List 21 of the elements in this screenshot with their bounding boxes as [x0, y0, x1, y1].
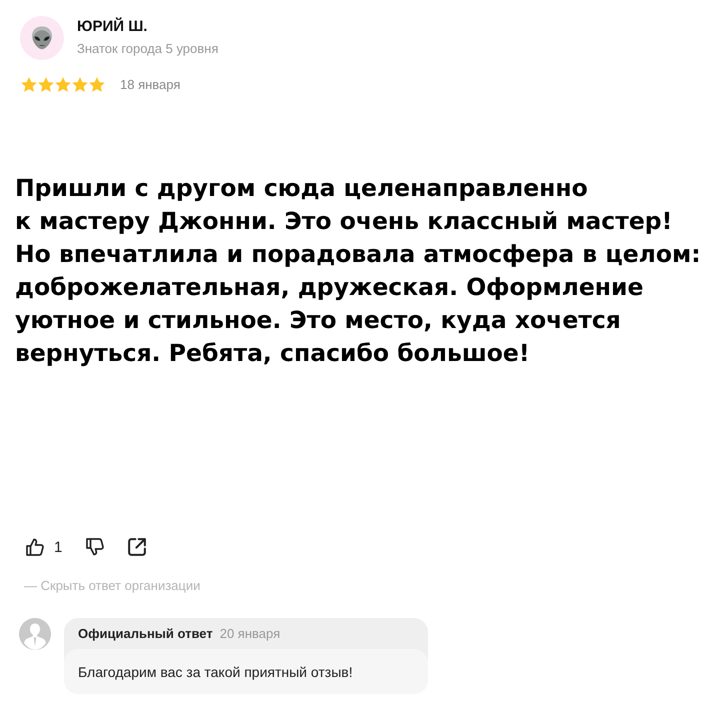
reply-date: 20 января	[220, 626, 280, 641]
author-level: Знаток города 5 уровня	[77, 41, 218, 56]
alien-avatar-icon	[20, 16, 64, 60]
like-button[interactable]: 1	[26, 538, 62, 556]
star-icon	[72, 77, 88, 92]
star-icon	[89, 77, 105, 92]
star-icon	[55, 77, 71, 92]
review-text: Пришли с другом сюда целенаправленно к мастеру Джонни. Это очень классный мастер! Но впечатлила и порадовала атмосфера в целом: доброжелательная, дружеская. Оформление уютное и стильное. Это место, куда хочется вернуться. Ребята, спасибо большое!	[15, 173, 702, 369]
dislike-button[interactable]	[86, 538, 104, 556]
person-avatar-icon	[19, 618, 51, 650]
reply-text: Благодарим вас за такой приятный отзыв!	[64, 649, 428, 694]
star-icon	[21, 77, 37, 92]
share-icon	[128, 538, 146, 556]
thumbs-down-icon	[86, 538, 104, 556]
like-count: 1	[54, 538, 62, 556]
author-name[interactable]: ЮРИЙ Ш.	[77, 18, 218, 35]
share-button[interactable]	[128, 538, 146, 556]
star-icon	[38, 77, 54, 92]
thumbs-up-icon	[26, 538, 44, 556]
review-date: 18 января	[120, 77, 180, 92]
reply-title: Официальный ответ	[78, 626, 213, 641]
